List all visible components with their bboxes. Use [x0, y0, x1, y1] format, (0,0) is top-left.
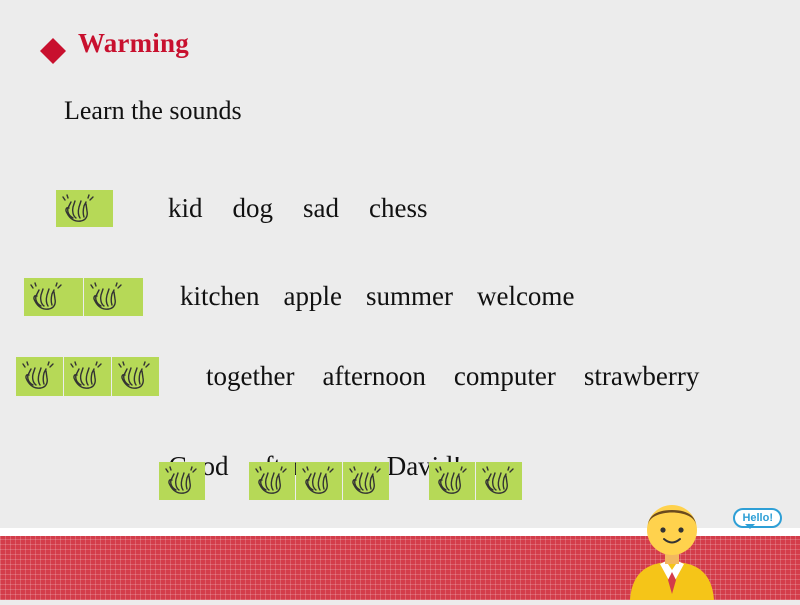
word: strawberry — [583, 361, 700, 391]
clap-chip-group — [24, 277, 143, 316]
word: apple — [283, 281, 342, 311]
sentence-clap-row — [155, 462, 522, 500]
word: welcome — [476, 281, 575, 311]
clap-chip-group — [159, 462, 205, 500]
word: chess — [369, 193, 428, 223]
word: summer — [365, 281, 453, 311]
clap-chip-group — [56, 190, 113, 227]
word-list-one-syllable: kid dog sad chess — [141, 162, 428, 255]
word-row-one-syllable: kid dog sad chess — [56, 162, 428, 255]
clap-chip-group — [429, 462, 522, 500]
clap-hands-icon — [343, 462, 389, 500]
clap-hands-icon — [249, 462, 295, 500]
slide-subtitle: Learn the sounds — [64, 96, 242, 125]
clap-chip-group — [249, 462, 389, 500]
word: kitchen — [180, 281, 260, 311]
clap-hands-icon — [296, 462, 342, 500]
diamond-bullet-icon — [40, 25, 66, 64]
clap-hands-icon — [64, 357, 111, 396]
clap-hands-icon — [24, 277, 83, 316]
word-row-three-syllable: together afternoon computer strawberry — [16, 330, 699, 423]
clap-hands-icon — [429, 462, 475, 500]
clap-hands-icon — [84, 277, 143, 316]
word-list-three-syllable: together afternoon computer strawberry — [179, 330, 699, 423]
clap-hands-icon — [476, 462, 522, 500]
clap-chip-group — [16, 357, 159, 396]
word: together — [206, 361, 295, 391]
clap-hands-icon — [112, 357, 159, 396]
word: kid — [168, 193, 203, 223]
word: sad — [303, 193, 340, 223]
word: computer — [453, 361, 556, 391]
mascot-illustration — [612, 490, 732, 600]
word: afternoon — [322, 361, 426, 391]
slide-title-row: Warming — [40, 25, 189, 64]
clap-hands-icon — [159, 462, 205, 500]
clap-hands-icon — [16, 357, 63, 396]
clap-hands-icon — [56, 190, 113, 227]
page-title: Warming — [78, 28, 189, 58]
word: dog — [232, 193, 274, 223]
speech-bubble: Hello! — [733, 508, 782, 529]
